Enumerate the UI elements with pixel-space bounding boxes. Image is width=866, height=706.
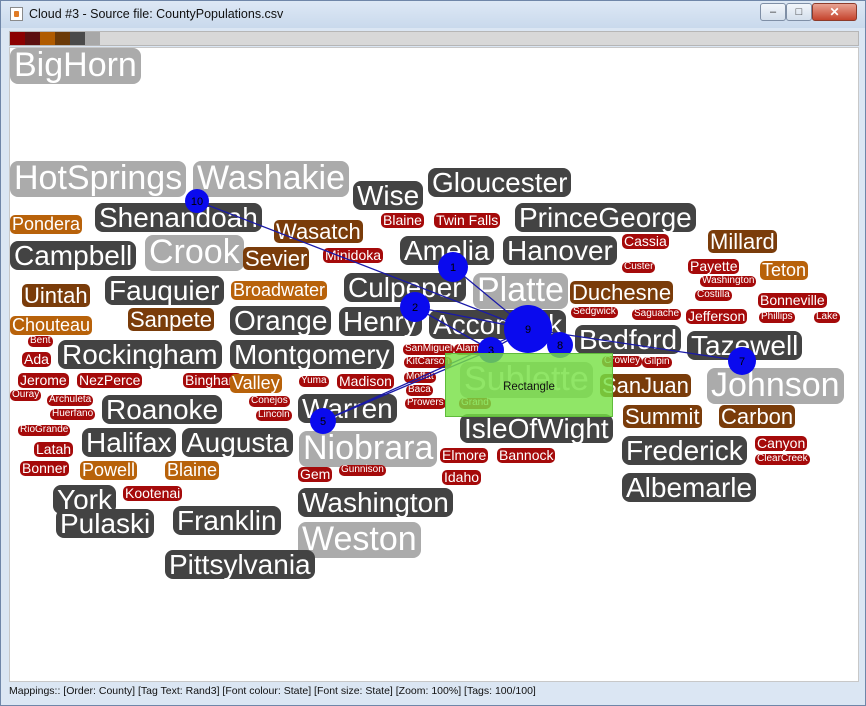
close-button[interactable]: ✕ bbox=[812, 3, 857, 21]
cluster-node-label: 10 bbox=[191, 196, 203, 208]
tag-cloud-canvas[interactable]: HotSprings Washakie Wise Gloucester Shenando… bbox=[9, 47, 859, 682]
palette-swatch[interactable] bbox=[85, 32, 100, 45]
cluster-node-label: 7 bbox=[739, 356, 745, 368]
selection-rectangle[interactable]: Rectangle bbox=[445, 353, 613, 417]
colour-palette-bar bbox=[9, 31, 859, 46]
java-app-icon bbox=[10, 7, 23, 21]
cluster-node-label: 8 bbox=[557, 340, 563, 352]
node-link bbox=[196, 200, 529, 330]
maximize-button[interactable]: □ bbox=[786, 3, 812, 21]
link-layer: 101239875 bbox=[185, 189, 756, 434]
cluster-node-label: 2 bbox=[412, 302, 418, 314]
palette-swatch[interactable] bbox=[10, 32, 25, 45]
cluster-node-label: 5 bbox=[320, 416, 326, 428]
minimize-button[interactable]: – bbox=[760, 3, 786, 21]
palette-swatch[interactable] bbox=[40, 32, 55, 45]
window-title: Cloud #3 - Source file: CountyPopulation… bbox=[29, 7, 284, 21]
title-bar[interactable]: Cloud #3 - Source file: CountyPopulation… bbox=[1, 1, 865, 28]
mappings-status-bar: Mappings:: [Order: County] [Tag Text: Ra… bbox=[9, 685, 536, 697]
palette-swatch[interactable] bbox=[55, 32, 70, 45]
cluster-node-label: 9 bbox=[525, 324, 531, 336]
rectangle-label: Rectangle bbox=[503, 381, 555, 393]
palette-swatch[interactable] bbox=[25, 32, 40, 45]
cluster-node-label: 1 bbox=[450, 262, 456, 274]
palette-swatch[interactable] bbox=[70, 32, 85, 45]
app-window: Cloud #3 - Source file: CountyPopulation… bbox=[0, 0, 866, 706]
